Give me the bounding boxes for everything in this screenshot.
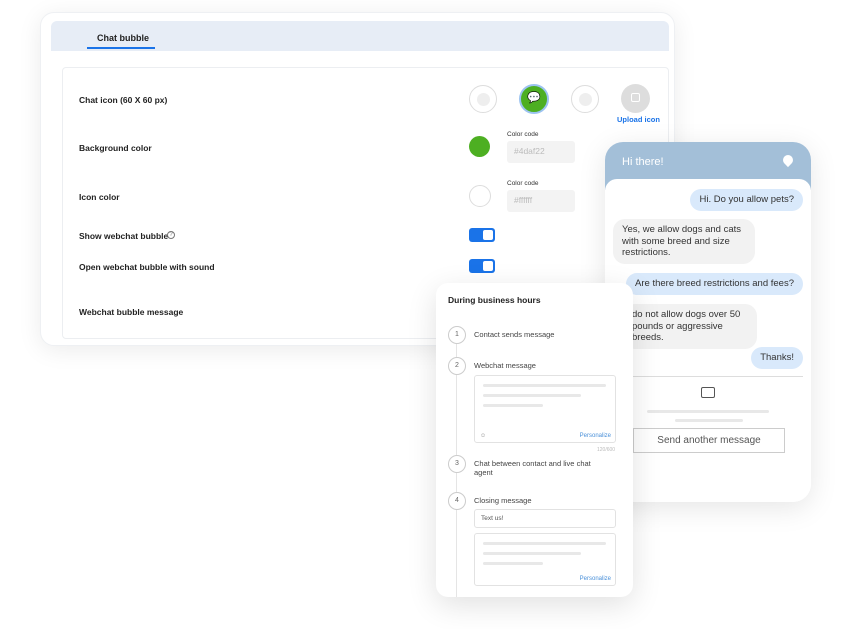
chat-body: Hi. Do you allow pets? Yes, we allow dog… (605, 179, 811, 502)
tab-bar: Chat bubble (51, 21, 669, 51)
closing-message-body-input[interactable]: Personalize (474, 533, 616, 586)
divider (633, 376, 803, 377)
background-color-label: Background color (79, 143, 152, 153)
color-code-label: Color code (507, 180, 539, 187)
business-hours-card: During business hours 1 Contact sends me… (436, 283, 633, 597)
step-number: 1 (448, 326, 466, 344)
tab-chat-bubble[interactable]: Chat bubble (97, 33, 149, 43)
chat-icon-option-1[interactable] (469, 85, 497, 113)
step-label: Chat between contact and live chat agent (474, 459, 591, 477)
placeholder-line (675, 419, 743, 422)
character-counter: 120/600 (597, 447, 616, 453)
user-message: Thanks! (751, 347, 803, 369)
active-tab-indicator (87, 47, 155, 49)
chat-bubbles-icon: 💬 (527, 92, 541, 104)
chat-icon-option-selected[interactable]: 💬 (519, 84, 549, 114)
chat-icon (701, 387, 715, 398)
color-code-label: Color code (507, 131, 539, 138)
business-hours-title: During business hours (448, 295, 541, 305)
personalize-link[interactable]: Personalize (580, 576, 611, 582)
open-with-sound-label: Open webchat bubble with sound (79, 262, 215, 272)
step-label: Webchat message (474, 361, 536, 370)
upload-icon-link[interactable]: Upload icon (617, 115, 660, 124)
webchat-bubble-message-label: Webchat bubble message (79, 307, 184, 317)
background-color-input[interactable]: #4daf22 (507, 141, 575, 163)
agent-message: Yes, we allow dogs and cats with some br… (613, 219, 755, 264)
help-icon[interactable]: ? (167, 231, 175, 239)
show-webchat-bubble-label: Show webchat bubble (79, 231, 169, 241)
step-number: 4 (448, 492, 466, 510)
chat-icon-label: Chat icon (60 X 60 px) (79, 95, 168, 105)
chat-title: Hi there! (622, 156, 664, 168)
user-message: Are there breed restrictions and fees? (626, 273, 803, 295)
location-pin-icon (780, 152, 796, 168)
background-color-swatch[interactable] (469, 136, 490, 157)
user-message: Hi. Do you allow pets? (690, 189, 803, 211)
webchat-message-input[interactable]: ☺ Personalize (474, 375, 616, 443)
step-number: 2 (448, 357, 466, 375)
show-webchat-bubble-toggle[interactable] (469, 228, 495, 242)
send-another-message-button[interactable]: Send another message (633, 428, 785, 453)
agent-message: do not allow dogs over 50 pounds or aggr… (623, 304, 757, 349)
icon-color-input[interactable]: #ffffff (507, 190, 575, 212)
icon-color-swatch[interactable] (469, 185, 491, 207)
chat-icon-option-3[interactable] (571, 85, 599, 113)
icon-color-label: Icon color (79, 192, 120, 202)
open-with-sound-toggle[interactable] (469, 259, 495, 273)
step-label: Contact sends message (474, 330, 555, 339)
step-number: 3 (448, 455, 466, 473)
personalize-link[interactable]: Personalize (580, 433, 611, 439)
emoji-icon[interactable]: ☺ (480, 433, 486, 439)
upload-icon-button[interactable] (621, 84, 650, 113)
closing-message-input[interactable]: Text us! (474, 509, 616, 528)
phone-chat-preview: Hi there! Hi. Do you allow pets? Yes, we… (605, 142, 811, 502)
placeholder-line (647, 410, 769, 413)
camera-icon (631, 93, 640, 102)
step-label: Closing message (474, 496, 532, 505)
